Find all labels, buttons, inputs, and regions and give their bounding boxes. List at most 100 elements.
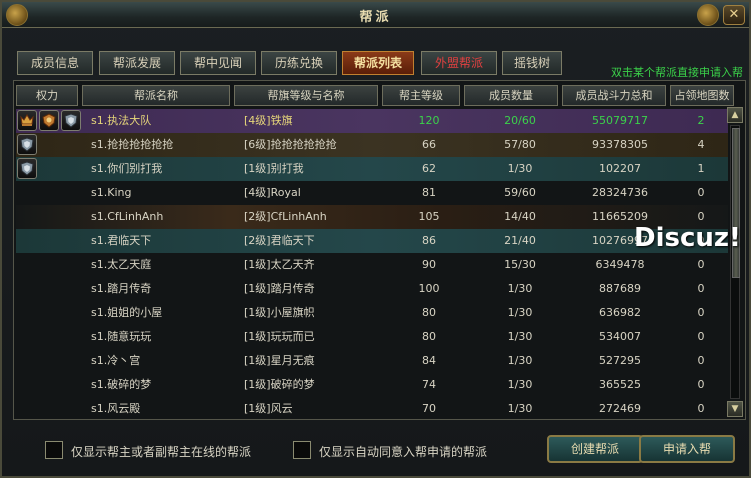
table-row[interactable]: s1.踏月传奇 [1级]踏月传奇 100 1/30 887689 0 [16, 277, 728, 301]
banner-name: [6级]抢抢抢抢抢抢 [244, 138, 337, 151]
crest-badge-icon [39, 110, 59, 131]
tab-guild-list[interactable]: 帮派列表 [342, 51, 414, 75]
table-row[interactable]: s1.CfLinhAnh [2级]CfLinhAnh 105 14/40 1166520… [16, 205, 728, 229]
shield-badge-icon [17, 158, 37, 179]
table-row[interactable]: s1.抢抢抢抢抢抢 [6级]抢抢抢抢抢抢 66 57/80 93378305 4 [16, 133, 728, 157]
column-combat-power[interactable]: 成员战斗力总和 [562, 85, 666, 106]
combat-power: 272469 [599, 402, 641, 415]
leader-level: 120 [418, 114, 440, 127]
member-count: 1/30 [507, 282, 533, 295]
combat-power: 102207 [599, 162, 641, 175]
table-row[interactable]: s1.太乙天庭 [1级]太乙天齐 90 15/30 6349478 0 [16, 253, 728, 277]
column-members[interactable]: 成员数量 [464, 85, 558, 106]
table-row[interactable]: s1.君临天下 [2级]君临天下 86 21/40 10276997 0 [16, 229, 728, 253]
guild-name: s1.太乙天庭 [91, 258, 152, 271]
power-badges [17, 158, 39, 180]
guild-name: s1.踏月传奇 [91, 282, 152, 295]
member-count: 1/30 [507, 378, 533, 391]
footer: 仅显示帮主或者副帮主在线的帮派 仅显示自动同意入帮申请的帮派 创建帮派 申请入帮 [13, 425, 746, 473]
territory-count: 4 [697, 138, 705, 151]
banner-name: [4级]Royal [244, 186, 301, 199]
scroll-track[interactable] [730, 125, 740, 399]
close-button[interactable]: ✕ [723, 5, 745, 25]
column-name[interactable]: 帮派名称 [82, 85, 230, 106]
tab-alliance[interactable]: 外盟帮派 [421, 51, 497, 75]
table-row[interactable]: s1.冷丶宫 [1级]星月无痕 84 1/30 527295 0 [16, 349, 728, 373]
guild-name: s1.随意玩玩 [91, 330, 152, 343]
banner-name: [1级]星月无痕 [244, 354, 315, 367]
member-count: 1/30 [507, 162, 533, 175]
filter-online-checkbox[interactable] [45, 441, 63, 459]
leader-level: 80 [422, 306, 436, 319]
shield-badge-icon [61, 110, 81, 131]
guild-name: s1.CfLinhAnh [91, 210, 164, 223]
territory-count: 2 [697, 114, 705, 127]
banner-name: [2级]CfLinhAnh [244, 210, 327, 223]
leader-level: 90 [422, 258, 436, 271]
hint-text: 双击某个帮派直接申请入帮 [611, 66, 743, 79]
banner-name: [1级]别打我 [244, 162, 304, 175]
leader-level: 81 [422, 186, 436, 199]
member-count: 1/30 [507, 402, 533, 415]
tab-money-tree[interactable]: 摇钱树 [502, 51, 562, 75]
guild-name: s1.King [91, 186, 132, 199]
leader-level: 84 [422, 354, 436, 367]
leader-level: 66 [422, 138, 436, 151]
guild-name: s1.君临天下 [91, 234, 152, 247]
combat-power: 534007 [599, 330, 641, 343]
tab-guild-news[interactable]: 帮中见闻 [180, 51, 256, 75]
table-row[interactable]: s1.姐姐的小屋 [1级]小屋旗帜 80 1/30 636982 0 [16, 301, 728, 325]
guild-name: s1.你们别打我 [91, 162, 163, 175]
territory-count: 0 [697, 330, 705, 343]
banner-name: [1级]风云 [244, 402, 293, 415]
power-badges [17, 134, 39, 156]
territory-count: 0 [697, 306, 705, 319]
member-count: 1/30 [507, 306, 533, 319]
scroll-thumb[interactable] [732, 128, 740, 278]
power-badges [17, 110, 83, 132]
guild-name: s1.执法大队 [91, 114, 152, 127]
territory-count: 0 [697, 402, 705, 415]
banner-name: [1级]破碎的梦 [244, 378, 315, 391]
leader-level: 80 [422, 330, 436, 343]
table-row[interactable]: s1.你们别打我 [1级]别打我 62 1/30 102207 1 [16, 157, 728, 181]
table-row[interactable]: s1.执法大队 [4级]铁旗 120 20/60 55079717 2 [16, 109, 728, 133]
filter-auto-checkbox[interactable] [293, 441, 311, 459]
scroll-down-icon[interactable]: ▼ [727, 401, 743, 417]
leader-level: 105 [418, 210, 440, 223]
filter-online-label: 仅显示帮主或者副帮主在线的帮派 [71, 445, 252, 459]
title-bar[interactable]: 帮派 ✕ [2, 2, 749, 28]
column-power[interactable]: 权力 [16, 85, 78, 106]
combat-power: 527295 [599, 354, 641, 367]
column-territory[interactable]: 占领地图数 [670, 85, 734, 106]
table-row[interactable]: s1.King [4级]Royal 81 59/60 28324736 0 [16, 181, 728, 205]
combat-power: 887689 [599, 282, 641, 295]
leader-level: 74 [422, 378, 436, 391]
ornament-icon [697, 4, 719, 26]
shield-badge-icon [17, 134, 37, 155]
guild-name: s1.抢抢抢抢抢抢 [91, 138, 174, 151]
guild-window: 帮派 ✕ 成员信息 帮派发展 帮中见闻 历练兑换 帮派列表 外盟帮派 摇钱树 双… [0, 0, 751, 478]
create-guild-button[interactable]: 创建帮派 [547, 435, 643, 463]
filter-auto-label: 仅显示自动同意入帮申请的帮派 [319, 445, 488, 459]
tab-guild-development[interactable]: 帮派发展 [99, 51, 175, 75]
table-row[interactable]: s1.破碎的梦 [1级]破碎的梦 74 1/30 365525 0 [16, 373, 728, 397]
banner-name: [1级]玩玩而已 [244, 330, 315, 343]
tab-exchange[interactable]: 历练兑换 [261, 51, 337, 75]
column-leader-level[interactable]: 帮主等级 [382, 85, 460, 106]
table-header: 权力 帮派名称 帮旗等级与名称 帮主等级 成员数量 成员战斗力总和 占领地图数 [16, 85, 744, 107]
scroll-up-icon[interactable]: ▲ [727, 107, 743, 123]
banner-name: [1级]太乙天齐 [244, 258, 315, 271]
apply-join-button[interactable]: 申请入帮 [639, 435, 735, 463]
table-row[interactable]: s1.风云殿 [1级]风云 70 1/30 272469 0 [16, 397, 728, 421]
combat-power: 636982 [599, 306, 641, 319]
territory-count: 0 [697, 354, 705, 367]
table-row[interactable]: s1.随意玩玩 [1级]玩玩而已 80 1/30 534007 0 [16, 325, 728, 349]
member-count: 21/40 [504, 234, 536, 247]
tab-member-info[interactable]: 成员信息 [17, 51, 93, 75]
guild-name: s1.姐姐的小屋 [91, 306, 163, 319]
watermark: Discuz! [634, 223, 741, 253]
member-count: 57/80 [504, 138, 536, 151]
member-count: 1/30 [507, 354, 533, 367]
column-banner[interactable]: 帮旗等级与名称 [234, 85, 378, 106]
